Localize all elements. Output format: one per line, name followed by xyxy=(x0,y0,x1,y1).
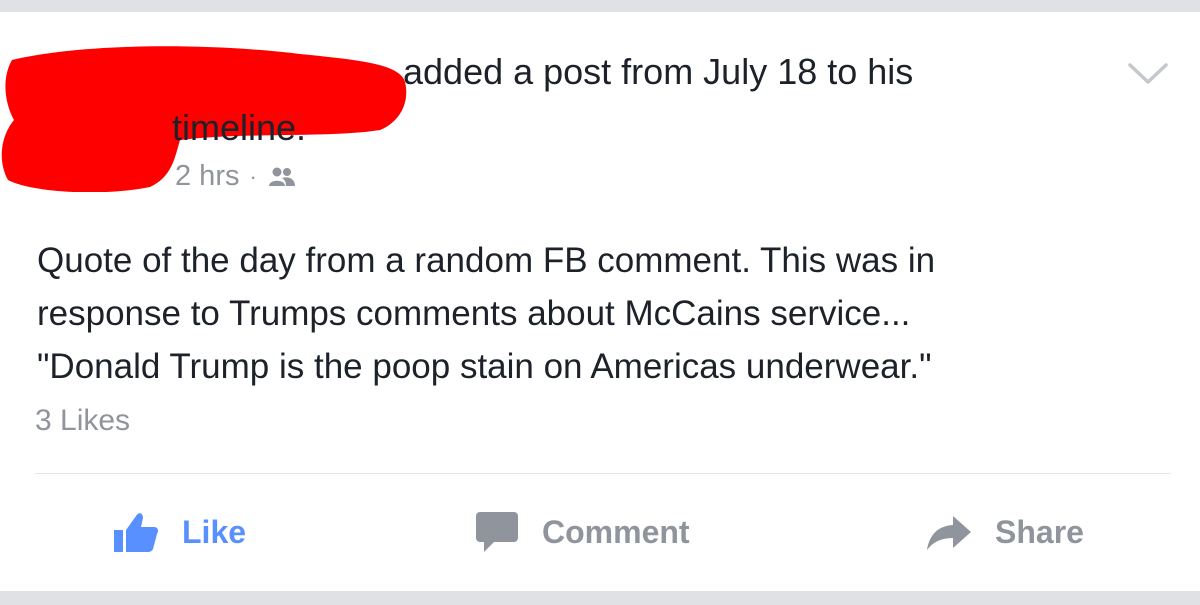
post-body-line: response to Trumps comments about McCain… xyxy=(37,294,911,333)
post-body: Quote of the day from a random FB commen… xyxy=(37,234,1157,393)
friends-icon xyxy=(267,165,297,189)
comment-button[interactable]: Comment xyxy=(474,502,690,562)
like-button[interactable]: Like xyxy=(112,502,246,562)
share-button[interactable]: Share xyxy=(925,502,1084,562)
post-options-button[interactable] xyxy=(1126,60,1170,88)
chevron-down-icon xyxy=(1128,63,1168,84)
speech-bubble-icon xyxy=(474,510,520,554)
share-label: Share xyxy=(995,513,1084,550)
post-timestamp[interactable]: 2 hrs xyxy=(175,160,239,193)
likes-count[interactable]: 3 Likes xyxy=(35,404,130,438)
post-header-line1: added a post from July 18 to his xyxy=(403,51,914,92)
meta-separator: · xyxy=(249,163,257,189)
thumbs-up-icon xyxy=(112,510,160,554)
post-body-line: Quote of the day from a random FB commen… xyxy=(37,241,936,280)
like-label: Like xyxy=(182,513,247,550)
divider xyxy=(35,473,1170,474)
post-card: added a post from July 18 to his timelin… xyxy=(0,12,1200,591)
post-header-line2: timeline. xyxy=(172,107,307,148)
comment-label: Comment xyxy=(542,513,690,550)
share-arrow-icon xyxy=(925,512,973,552)
post-body-line: "Donald Trump is the poop stain on Ameri… xyxy=(37,347,932,386)
action-bar: Like Comment Share xyxy=(0,502,1200,562)
post-meta: 2 hrs · xyxy=(175,160,297,193)
